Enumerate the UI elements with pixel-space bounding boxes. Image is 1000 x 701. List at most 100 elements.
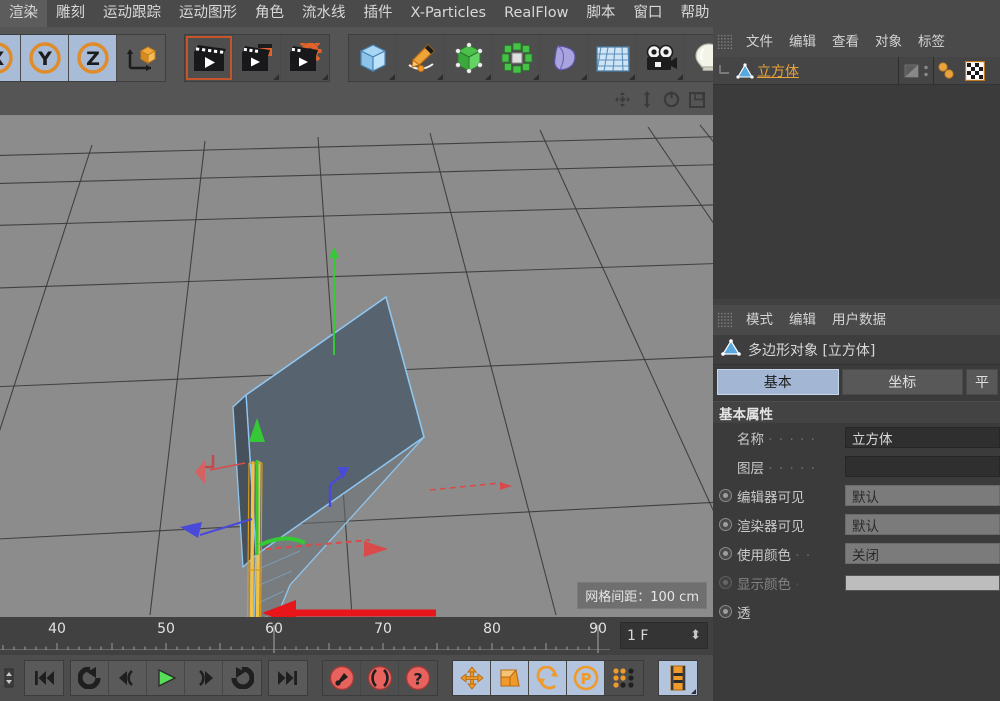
environment-floor-button[interactable]	[589, 35, 637, 81]
panel-grip-icon-2[interactable]	[717, 312, 733, 328]
object-name-label[interactable]: 立方体	[757, 61, 799, 81]
radio-display-color[interactable]	[719, 576, 732, 589]
dropdown-render-visibility[interactable]: 默认	[845, 514, 1000, 535]
attrmgr-menu-edit[interactable]: 编辑	[782, 305, 823, 335]
generator-nurbs-button[interactable]	[445, 35, 493, 81]
tab-basic[interactable]: 基本	[717, 369, 839, 395]
axis-y-lock-button[interactable]: Y	[21, 35, 69, 81]
panel-grip-icon[interactable]	[717, 34, 733, 50]
radio-editor-visibility[interactable]	[719, 489, 732, 502]
menu-item-motion-tracker[interactable]: 运动跟踪	[94, 0, 170, 27]
objmgr-menu-file[interactable]: 文件	[739, 27, 780, 57]
color-swatch-row[interactable]	[845, 575, 1000, 591]
label-layer: 图层 · · · · ·	[737, 457, 845, 477]
current-frame-field[interactable]: 1 F ⬍	[620, 622, 708, 649]
autokeying-button[interactable]	[361, 661, 399, 695]
dropdown-use-color[interactable]: 关闭	[845, 543, 1000, 564]
mograph-cloner-button[interactable]	[493, 35, 541, 81]
dropdown-editor-visibility[interactable]: 默认	[845, 485, 1000, 506]
object-visibility-dots[interactable]	[899, 63, 933, 79]
attrmgr-menu-userdata[interactable]: 用户数据	[825, 305, 893, 335]
menu-item-mograph[interactable]: 运动图形	[170, 0, 246, 27]
playback-toolbar: ?	[0, 655, 713, 701]
scale-tool-button[interactable]	[491, 661, 529, 695]
label-editor-visibility: 编辑器可见	[737, 486, 845, 506]
timeline-filmstrip-button[interactable]	[659, 661, 697, 695]
objmgr-menu-tags[interactable]: 标签	[911, 27, 952, 57]
objmgr-menu-object[interactable]: 对象	[868, 27, 909, 57]
main-menu-bar: 渲染 雕刻 运动跟踪 运动图形 角色 流水线 插件 X-Particles Re…	[0, 0, 1000, 27]
frame-spinner-icon[interactable]: ⬍	[690, 628, 701, 643]
menu-item-script[interactable]: 脚本	[577, 0, 624, 27]
render-settings-button[interactable]	[281, 35, 329, 81]
timeline-ruler-bar[interactable]: 40 50 60 70 80 90	[0, 617, 713, 655]
deformer-bend-button[interactable]	[541, 35, 589, 81]
submenu-corner-icon	[437, 74, 443, 80]
object-manager-row[interactable]: 立方体	[713, 57, 1000, 85]
playback-group-end	[268, 660, 308, 696]
menu-item-pipeline[interactable]: 流水线	[293, 0, 355, 27]
objmgr-menu-view[interactable]: 查看	[825, 27, 866, 57]
current-frame-value: 1 F	[627, 628, 690, 644]
playback-group-timeline-toggle	[658, 660, 698, 696]
dolly-view-icon[interactable]	[640, 91, 654, 112]
menu-item-x-particles[interactable]: X-Particles	[402, 0, 496, 27]
spline-pen-button[interactable]	[397, 35, 445, 81]
viewport[interactable]: 网格间距：100 cm 删掉此二面	[0, 88, 713, 617]
field-row-layer: 图层 · · · · ·	[713, 452, 1000, 481]
menu-item-window[interactable]: 窗口	[624, 0, 671, 27]
radio-render-visibility[interactable]	[719, 518, 732, 531]
position-key-button[interactable]: P	[567, 661, 605, 695]
viewport-toolbar	[0, 88, 713, 115]
object-manager-menubar: 文件 编辑 查看 对象 标签	[713, 27, 1000, 57]
next-keyframe-button[interactable]	[223, 661, 261, 695]
menu-item-realflow[interactable]: RealFlow	[495, 0, 577, 27]
radio-use-color[interactable]	[719, 547, 732, 560]
attribute-manager: 模式 编辑 用户数据 多边形对象 [立方体] 基本 坐标 平 基本属性	[713, 305, 1000, 701]
tab-coordinate[interactable]: 坐标	[842, 369, 964, 395]
radio-transparency[interactable]	[719, 605, 732, 618]
object-manager[interactable]: 立方体	[713, 57, 1000, 299]
move-tool-button[interactable]	[453, 661, 491, 695]
camera-button[interactable]	[637, 35, 685, 81]
previous-keyframe-button[interactable]	[71, 661, 109, 695]
go-to-start-button[interactable]	[25, 661, 63, 695]
color-swatch[interactable]	[845, 575, 1000, 591]
world-object-coordinate-button[interactable]	[117, 35, 165, 81]
record-keyframe-button[interactable]	[323, 661, 361, 695]
axis-x-lock-button[interactable]: X	[0, 35, 21, 81]
menu-item-sculpt[interactable]: 雕刻	[47, 0, 94, 27]
timeline-ruler[interactable]: 40 50 60 70 80 90	[0, 617, 610, 655]
svg-text:Y: Y	[37, 48, 52, 70]
attrmgr-menu-mode[interactable]: 模式	[739, 305, 780, 335]
submenu-corner-icon	[629, 74, 635, 80]
input-name[interactable]: 立方体	[845, 427, 1000, 448]
menu-item-render[interactable]: 渲染	[0, 0, 47, 27]
menu-item-plugins[interactable]: 插件	[355, 0, 402, 27]
render-view-button[interactable]	[185, 35, 233, 81]
move-view-icon[interactable]	[614, 91, 631, 112]
input-layer[interactable]	[845, 456, 1000, 477]
menu-item-help[interactable]: 帮助	[671, 0, 718, 27]
play-button[interactable]	[147, 661, 185, 695]
material-tag-icon[interactable]	[934, 62, 960, 80]
powerslider-spinner-icon[interactable]	[0, 668, 18, 688]
checker-texture-icon[interactable]	[960, 61, 990, 81]
polygon-object-icon-2	[721, 339, 741, 360]
menu-item-character[interactable]: 角色	[246, 0, 293, 27]
objmgr-menu-edit[interactable]: 编辑	[782, 27, 823, 57]
maximize-view-icon[interactable]	[689, 92, 705, 112]
render-to-picture-viewer-button[interactable]	[233, 35, 281, 81]
toolbar-group-axis: X Y Z	[0, 34, 166, 82]
axis-z-lock-button[interactable]: Z	[69, 35, 117, 81]
keyframe-selection-button[interactable]: ?	[399, 661, 437, 695]
step-back-button[interactable]	[109, 661, 147, 695]
go-to-end-button[interactable]	[269, 661, 307, 695]
rotate-tool-button[interactable]	[529, 661, 567, 695]
parameter-key-button[interactable]	[605, 661, 643, 695]
viewport-3d-canvas[interactable]	[0, 115, 713, 617]
tab-smoothing[interactable]: 平	[966, 369, 998, 395]
rotate-view-icon[interactable]	[663, 91, 680, 112]
cube-primitive-button[interactable]	[349, 35, 397, 81]
step-forward-button[interactable]	[185, 661, 223, 695]
